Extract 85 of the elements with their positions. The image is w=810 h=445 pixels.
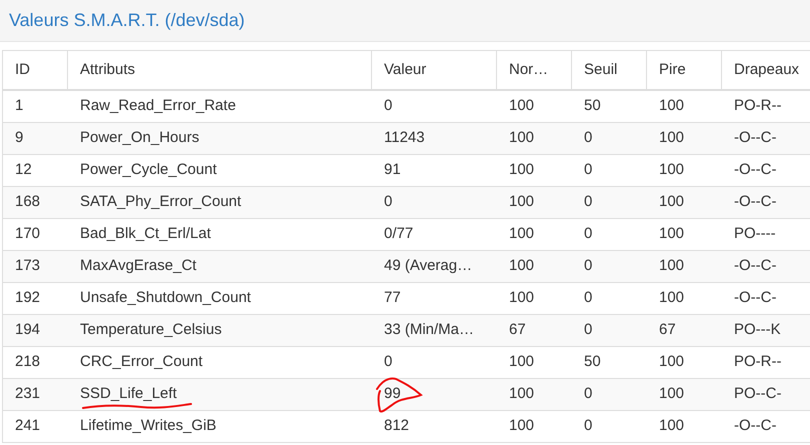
table-cell-text: 231 <box>15 384 40 404</box>
column-header[interactable]: Attributs <box>80 58 136 82</box>
table-cell-text: 100 <box>659 160 684 180</box>
table-cell-text: 100 <box>509 192 534 212</box>
column-header[interactable]: Seuil <box>584 58 618 82</box>
table-cell-text: 100 <box>659 224 684 244</box>
table-cell-text: -O--C- <box>734 416 776 436</box>
column-header[interactable]: Valeur <box>384 58 426 82</box>
table-cell-text: 100 <box>659 416 684 436</box>
table-cell-text: 67 <box>659 320 676 340</box>
table-cell-text: 100 <box>509 352 534 372</box>
table-cell-text: 0 <box>584 416 592 436</box>
table-cell-text: SSD_Life_Left <box>80 384 177 404</box>
table-cell-text: 194 <box>15 320 40 340</box>
table-cell-text: 77 <box>384 288 401 308</box>
table-cell-text: 170 <box>15 224 40 244</box>
table-cell-text: 100 <box>509 128 534 148</box>
table-cell-text: 100 <box>509 96 534 116</box>
table-cell-text: 241 <box>15 416 40 436</box>
table-cell-text: Temperature_Celsius <box>80 320 222 340</box>
table-cell-text: -O--C- <box>734 160 776 180</box>
table-cell-text: PO-R-- <box>734 352 782 372</box>
table-cell-text: -O--C- <box>734 128 776 148</box>
table-cell-text: 0 <box>584 320 592 340</box>
table-cell-text: 0 <box>584 224 592 244</box>
table-cell-text: 0 <box>584 128 592 148</box>
table-cell-text: 67 <box>509 320 526 340</box>
table-cell-text: 0 <box>584 288 592 308</box>
table-cell-text: PO---- <box>734 224 776 244</box>
table-cell-text: 100 <box>509 384 534 404</box>
table-cell-text: 0 <box>584 384 592 404</box>
table-cell-text: Unsafe_Shutdown_Count <box>80 288 251 308</box>
panel-title: Valeurs S.M.A.R.T. (/dev/sda) <box>9 9 245 32</box>
table-cell-text: PO--C- <box>734 384 782 404</box>
column-header[interactable]: Pire <box>659 58 686 82</box>
table-cell-text: Lifetime_Writes_GiB <box>80 416 216 436</box>
table-cell-text: 33 (Min/Ma… <box>384 320 474 340</box>
table-cell-text: -O--C- <box>734 192 776 212</box>
table-cell-text: PO-R-- <box>734 96 782 116</box>
table-cell-text: CRC_Error_Count <box>80 352 203 372</box>
table-cell-text: SATA_Phy_Error_Count <box>80 192 242 212</box>
table-cell-text: Bad_Blk_Ct_Erl/Lat <box>80 224 211 244</box>
table-cell-text: 50 <box>584 352 601 372</box>
table-cell-text: Power_Cycle_Count <box>80 160 217 180</box>
table-cell-text: Raw_Read_Error_Rate <box>80 96 236 116</box>
table-cell-text: 812 <box>384 416 410 436</box>
table-cell-text: Power_On_Hours <box>80 128 200 148</box>
table-cell-text: 192 <box>15 288 40 308</box>
table-cell-text: -O--C- <box>734 256 776 276</box>
table-cell-text: MaxAvgErase_Ct <box>80 256 196 276</box>
table-cell-text: 49 (Averag… <box>384 256 472 276</box>
table-cell-text: 0 <box>384 96 392 116</box>
table-cell-text: 99 <box>384 384 401 404</box>
table-cell-text: 173 <box>15 256 40 276</box>
table-cell-text: 100 <box>659 128 684 148</box>
table-cell-text: 100 <box>659 96 684 116</box>
table-cell-text: 0 <box>384 352 392 372</box>
table-cell-text: 100 <box>659 192 684 212</box>
column-header[interactable]: Drapeaux <box>734 58 800 82</box>
table-cell-text: 100 <box>509 160 534 180</box>
table-cell-text: 100 <box>659 288 684 308</box>
table-cell-text: 50 <box>584 96 601 116</box>
table-cell-text: 0 <box>584 192 592 212</box>
table-cell-text: 12 <box>15 160 32 180</box>
table-cell-text: 1 <box>15 96 24 116</box>
table-cell-text: 9 <box>15 128 24 148</box>
table-cell-text: 100 <box>659 256 684 276</box>
table-cell-text: -O--C- <box>734 288 776 308</box>
table-cell-text: 100 <box>509 224 534 244</box>
table-cell-text: 0/77 <box>384 224 414 244</box>
column-header[interactable]: Nor… <box>509 58 548 82</box>
table-cell-text: 100 <box>509 288 534 308</box>
table-cell-text: 91 <box>384 160 401 180</box>
table-cell-text: 0 <box>584 160 592 180</box>
table-cell-text: 100 <box>509 256 534 276</box>
table-cell-text: PO---K <box>734 320 781 340</box>
table-cell-text: 11243 <box>384 128 425 148</box>
table-cell-text: 168 <box>15 192 40 212</box>
table-cell-text: 100 <box>509 416 534 436</box>
table-cell-text: 0 <box>384 192 392 212</box>
column-header[interactable]: ID <box>15 58 30 82</box>
table-cell-text: 100 <box>659 352 684 372</box>
table-cell-text: 218 <box>15 352 40 372</box>
table-cell-text: 100 <box>659 384 684 404</box>
table-cell-text: 0 <box>584 256 592 276</box>
